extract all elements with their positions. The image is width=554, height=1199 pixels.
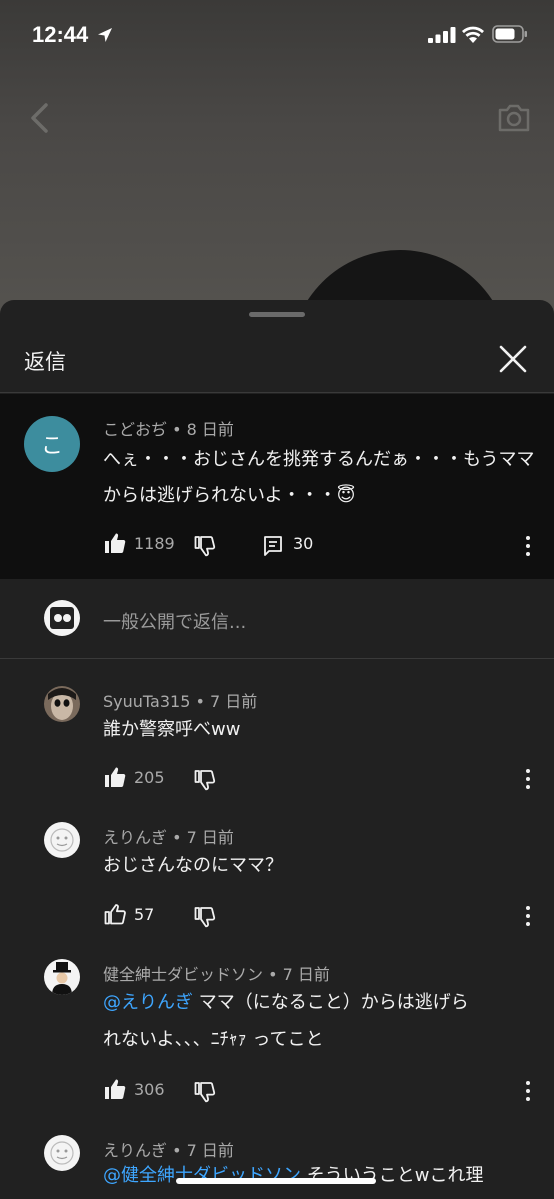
like-filled-icon[interactable] bbox=[104, 765, 126, 789]
avatar[interactable] bbox=[44, 959, 80, 995]
comment-author-meta: こどおぢ • 8 日前 bbox=[103, 420, 234, 439]
battery-icon bbox=[492, 25, 527, 43]
dislike-icon[interactable] bbox=[194, 1080, 216, 1104]
comment-text-line2: れないよ、、、ﾆﾁｬｧ ってこと bbox=[103, 1029, 324, 1050]
location-arrow-icon bbox=[98, 28, 112, 42]
reply-count[interactable]: 30 bbox=[293, 534, 313, 553]
more-options-icon[interactable] bbox=[524, 535, 532, 557]
dislike-icon[interactable] bbox=[194, 905, 216, 929]
dislike-icon[interactable] bbox=[194, 768, 216, 792]
like-filled-icon[interactable] bbox=[104, 1077, 126, 1101]
status-time: 12:44 bbox=[32, 22, 89, 47]
avatar[interactable] bbox=[44, 686, 80, 722]
reply-input[interactable]: 一般公開で返信... bbox=[103, 608, 246, 634]
wifi-icon bbox=[462, 26, 484, 43]
avatar[interactable] bbox=[44, 822, 80, 858]
mention-link[interactable]: @えりんぎ bbox=[103, 992, 193, 1013]
like-count: 205 bbox=[134, 768, 165, 787]
reply-input-row[interactable]: 一般公開で返信... bbox=[0, 580, 554, 658]
like-outline-icon[interactable] bbox=[104, 902, 126, 926]
divider bbox=[0, 392, 554, 393]
comment-text-line2: からは逃げられないよ・・・😇 bbox=[103, 478, 355, 514]
divider bbox=[0, 658, 554, 659]
comment-author-meta: SyuuTa315 • 7 日前 bbox=[103, 692, 258, 711]
dislike-icon[interactable] bbox=[194, 534, 216, 558]
sheet-drag-handle[interactable] bbox=[249, 312, 305, 317]
like-filled-icon[interactable] bbox=[104, 531, 126, 555]
sheet-title: 返信 bbox=[24, 350, 66, 374]
like-count: 306 bbox=[134, 1080, 165, 1099]
comment-author-meta: 健全紳士ダビッドソン • 7 日前 bbox=[103, 965, 330, 984]
more-options-icon[interactable] bbox=[524, 905, 532, 927]
comment-author-meta: えりんぎ • 7 日前 bbox=[103, 828, 234, 847]
self-avatar bbox=[44, 600, 80, 636]
comment-text-line1: @えりんぎ ママ（になること）からは逃げら bbox=[103, 985, 469, 1021]
comment-text: からは逃げられないよ・・・ bbox=[103, 485, 337, 506]
cellular-signal-icon bbox=[428, 27, 456, 43]
avatar[interactable] bbox=[44, 1135, 80, 1171]
comment-text-line1: へぇ・・・おじさんを挑発するんだぁ・・・もうママ bbox=[103, 449, 535, 470]
like-count: 1189 bbox=[134, 534, 175, 553]
more-options-icon[interactable] bbox=[524, 768, 532, 790]
home-indicator[interactable] bbox=[176, 1178, 376, 1184]
more-options-icon[interactable] bbox=[524, 1080, 532, 1102]
comment-text-line1: @健全紳士ダビッドソン そういうことwこれ理 bbox=[103, 1158, 483, 1194]
comment-text: 誰か警察呼べww bbox=[103, 719, 241, 740]
camera-icon[interactable] bbox=[496, 102, 532, 134]
like-count: 57 bbox=[134, 905, 155, 924]
reply-comments-icon[interactable] bbox=[263, 534, 283, 558]
parent-comment: こ こどおぢ • 8 日前 へぇ・・・おじさんを挑発するんだぁ・・・もうママ か… bbox=[0, 394, 554, 579]
close-icon[interactable] bbox=[496, 342, 530, 376]
comment-text: おじさんなのにママ？ bbox=[103, 855, 283, 876]
comment-text: ママ（になること）からは逃げら bbox=[193, 992, 469, 1013]
replies-sheet: 返信 こ こどおぢ • 8 日前 へぇ・・・おじさんを挑発するんだぁ・・・もうマ… bbox=[0, 300, 554, 1199]
halo-emoji: 😇 bbox=[336, 485, 356, 506]
status-bar: 12:44 bbox=[0, 0, 554, 70]
avatar[interactable]: こ bbox=[24, 416, 80, 472]
back-chevron-icon[interactable] bbox=[24, 100, 56, 136]
